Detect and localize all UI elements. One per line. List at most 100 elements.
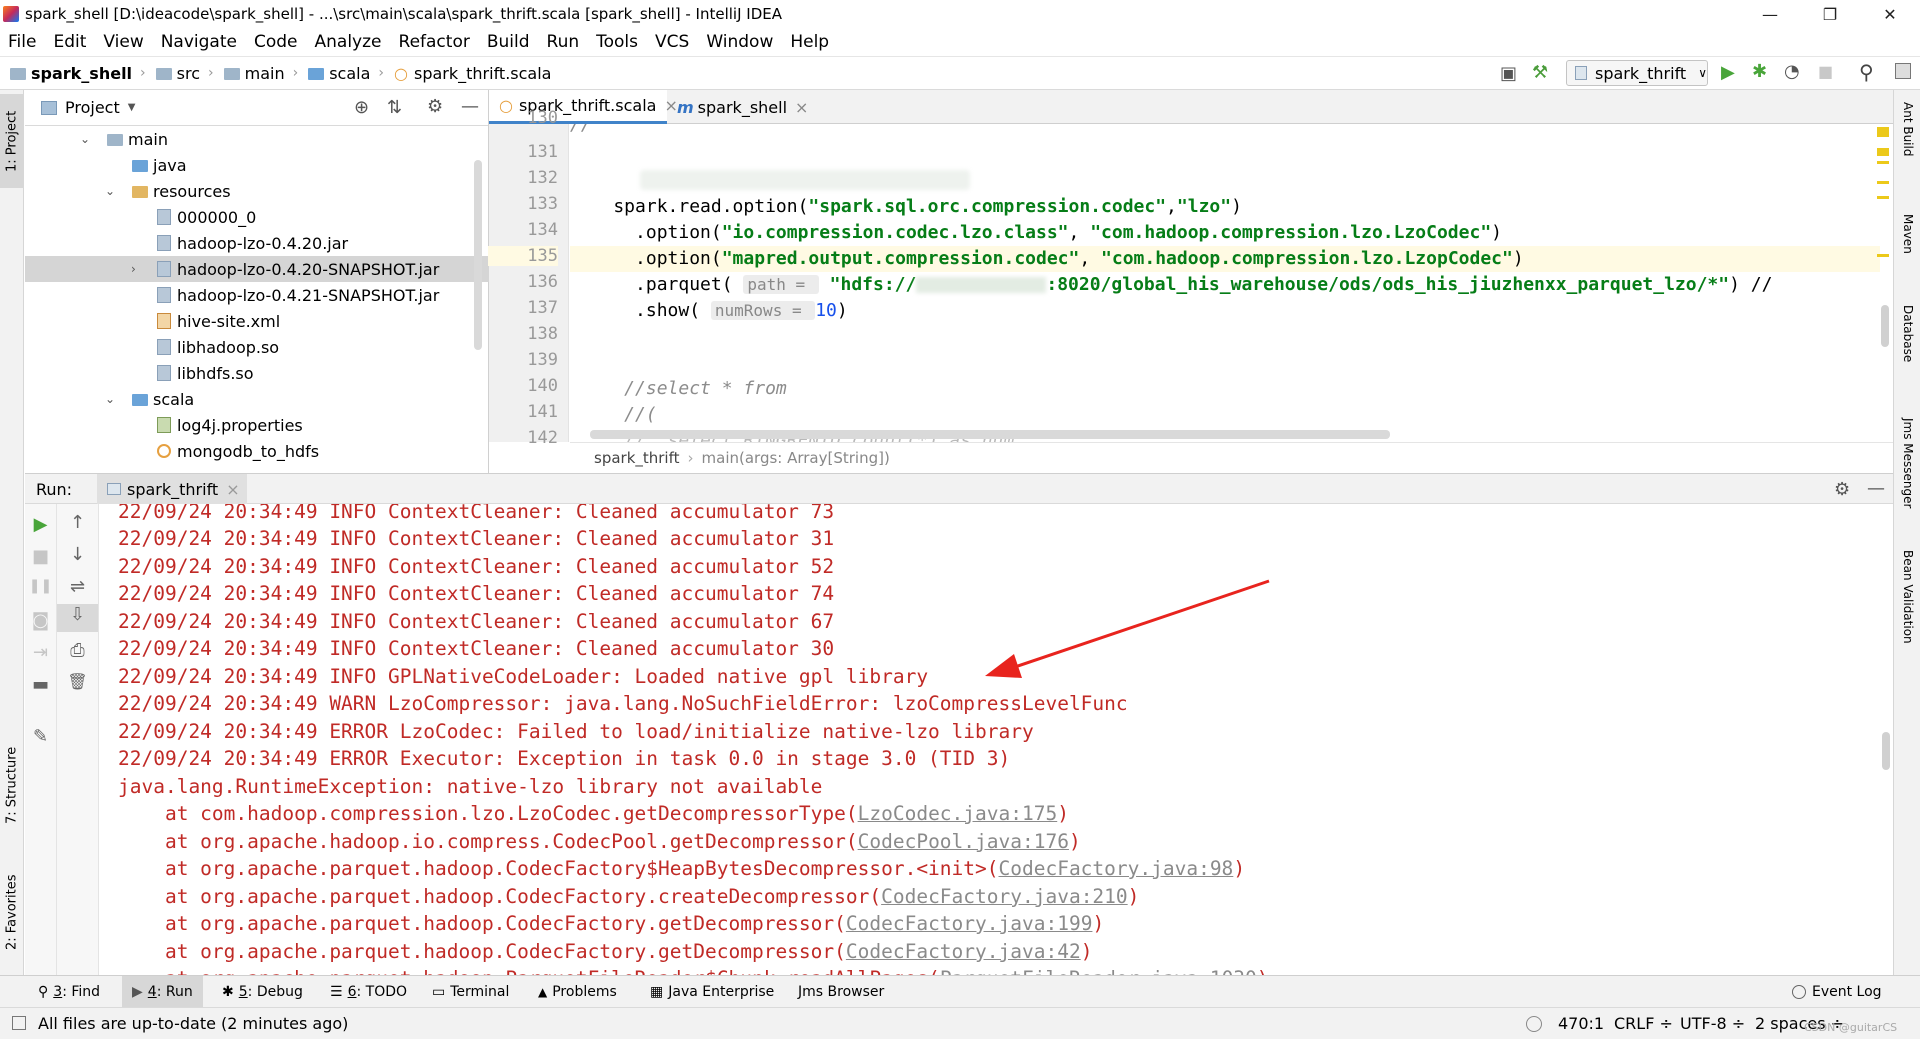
scroll-to-end-icon[interactable]: ⇩	[57, 604, 98, 632]
breadcrumb-project[interactable]: spark_shell ›	[10, 64, 146, 83]
stop-icon[interactable]: ■	[25, 546, 56, 567]
source-link[interactable]: CodecFactory.java:210	[881, 885, 1128, 908]
breadcrumb-main[interactable]: main ›	[223, 64, 298, 83]
breadcrumb-file[interactable]: ○ spark_thrift.scala	[394, 64, 551, 83]
frame-icon[interactable]: ▣	[1500, 63, 1517, 84]
horizontal-scrollbar[interactable]	[590, 430, 1390, 439]
tab-java-enterprise[interactable]: ▦ Java Enterprise	[650, 976, 774, 1008]
tab-debug[interactable]: ✱ 5: Debug	[222, 976, 303, 1008]
event-log-tab[interactable]: Event Log	[1792, 976, 1882, 1008]
menu-run[interactable]: Run	[539, 32, 589, 52]
pin-icon[interactable]: ✎	[25, 726, 56, 747]
menu-navigate[interactable]: Navigate	[153, 32, 246, 52]
menu-refactor[interactable]: Refactor	[391, 32, 479, 52]
menu-file[interactable]: File	[0, 32, 45, 52]
coverage-icon[interactable]: ◔	[1784, 61, 1800, 82]
tab-favorites[interactable]: 2: Favorites	[0, 866, 24, 958]
tab-find[interactable]: ⚲ 3: Find	[38, 976, 100, 1008]
breadcrumb-method[interactable]: main(args: Array[String])	[702, 449, 890, 467]
project-structure-icon[interactable]	[1895, 63, 1911, 79]
code-editor[interactable]: // spark.read.option("spark.sql.orc.comp…	[570, 124, 1880, 442]
warning-marker[interactable]	[1877, 148, 1889, 156]
warning-marker[interactable]	[1877, 127, 1889, 137]
pause-icon[interactable]: ❚❚	[25, 578, 56, 594]
breadcrumb-src[interactable]: src ›	[155, 64, 214, 83]
rerun-icon[interactable]: ▶	[25, 514, 56, 535]
layout-icon[interactable]: ▬	[25, 674, 56, 695]
tree-item-so[interactable]: libhdfs.so	[25, 360, 489, 386]
tree-item-scala[interactable]: ⌄ scala	[25, 386, 489, 412]
tab-structure[interactable]: 7: Structure	[0, 730, 24, 840]
tab-database[interactable]: Database	[1896, 305, 1920, 395]
menu-edit[interactable]: Edit	[45, 32, 95, 52]
close-tab-icon[interactable]: ×	[795, 98, 808, 117]
chevron-right-icon[interactable]: ›	[131, 262, 136, 276]
close-button[interactable]: ✕	[1860, 0, 1920, 28]
menu-view[interactable]: View	[95, 32, 152, 52]
stop-icon[interactable]: ■	[1818, 62, 1833, 81]
gear-icon[interactable]: ⚙	[427, 96, 443, 117]
run-tab-spark-thrift[interactable]: spark_thrift ×	[97, 474, 247, 504]
soft-wrap-icon[interactable]: ⇌	[57, 576, 98, 597]
file-encoding[interactable]: UTF-8 ÷	[1680, 1014, 1745, 1033]
tab-spark-shell[interactable]: m spark_shell ×	[667, 90, 808, 124]
menu-window[interactable]: Window	[698, 32, 782, 52]
tab-jms-browser[interactable]: Jms Browser	[798, 976, 884, 1008]
source-link[interactable]: CodecFactory.java:199	[846, 912, 1093, 935]
tab-todo[interactable]: ☰ 6: TODO	[330, 976, 407, 1008]
tree-item-file[interactable]: 000000_0	[25, 204, 489, 230]
console-scrollbar[interactable]	[1882, 732, 1890, 770]
tree-item-so[interactable]: libhadoop.so	[25, 334, 489, 360]
tab-ant-build[interactable]: Ant Build	[1896, 102, 1920, 182]
menu-build[interactable]: Build	[479, 32, 539, 52]
warning-marker[interactable]	[1877, 254, 1889, 257]
tree-item-jar[interactable]: hadoop-lzo-0.4.20.jar	[25, 230, 489, 256]
breadcrumb-scala[interactable]: scala ›	[308, 64, 384, 83]
toggle-tool-windows-icon[interactable]	[12, 1016, 26, 1030]
tab-jms-messenger[interactable]: Jms Messenger	[1896, 418, 1920, 528]
tree-item-scala-object[interactable]: mongodb_to_hdfs	[25, 438, 489, 464]
tab-run[interactable]: ▶ 4: Run	[122, 976, 203, 1008]
down-arrow-icon[interactable]: ↓	[57, 544, 98, 565]
source-link[interactable]: LzoCodec.java:175	[858, 802, 1058, 825]
source-link[interactable]: CodecPool.java:176	[858, 830, 1069, 853]
tree-item-jar[interactable]: hadoop-lzo-0.4.21-SNAPSHOT.jar	[25, 282, 489, 308]
chevron-down-icon[interactable]: ⌄	[105, 184, 115, 198]
source-link[interactable]: ParquetFileReader.java:1030	[940, 967, 1257, 975]
scrollbar[interactable]	[474, 160, 482, 350]
hide-icon[interactable]: —	[1867, 478, 1885, 499]
menu-code[interactable]: Code	[246, 32, 307, 52]
project-view-select[interactable]: Project	[65, 98, 120, 117]
gear-icon[interactable]: ⚙	[1834, 479, 1850, 500]
warning-marker[interactable]	[1877, 196, 1889, 199]
print-icon[interactable]: ⎙	[57, 640, 98, 661]
search-icon[interactable]: ⚲	[1859, 60, 1874, 84]
maximize-button[interactable]: ❐	[1800, 0, 1860, 28]
locate-icon[interactable]: ⊕	[354, 97, 369, 118]
tab-maven[interactable]: Maven	[1896, 214, 1920, 284]
caret-position[interactable]: 470:1	[1558, 1014, 1604, 1033]
menu-tools[interactable]: Tools	[588, 32, 647, 52]
tree-item-properties[interactable]: log4j.properties	[25, 412, 489, 438]
hide-icon[interactable]: —	[461, 96, 479, 117]
exit-icon[interactable]: ⇥	[25, 642, 56, 663]
minimize-button[interactable]: —	[1740, 0, 1800, 28]
warning-marker[interactable]	[1877, 181, 1889, 184]
dropdown-arrow-icon[interactable]: ▼	[128, 102, 136, 113]
tree-item-java[interactable]: java	[25, 152, 489, 178]
run-icon[interactable]: ▶	[1721, 62, 1735, 83]
tree-item-xml[interactable]: hive-site.xml	[25, 308, 489, 334]
tab-project[interactable]: 1: Project	[0, 94, 24, 188]
tree-item-resources[interactable]: ⌄ resources	[25, 178, 489, 204]
up-arrow-icon[interactable]: ↑	[57, 512, 98, 533]
run-config-select[interactable]: spark_thrift ∨	[1566, 60, 1708, 86]
collapse-all-icon[interactable]: ⇅	[387, 97, 402, 118]
tab-problems[interactable]: ▲ Problems	[538, 976, 617, 1008]
tab-terminal[interactable]: ▭ Terminal	[432, 976, 509, 1008]
tab-bean-validation[interactable]: Bean Validation	[1896, 550, 1920, 670]
build-hammer-icon[interactable]: ⚒	[1532, 62, 1548, 83]
menu-vcs[interactable]: VCS	[647, 32, 698, 52]
breadcrumb-class[interactable]: spark_thrift	[594, 449, 680, 467]
line-separator[interactable]: CRLF ÷	[1614, 1014, 1673, 1033]
editor-scrollbar[interactable]	[1881, 305, 1889, 347]
